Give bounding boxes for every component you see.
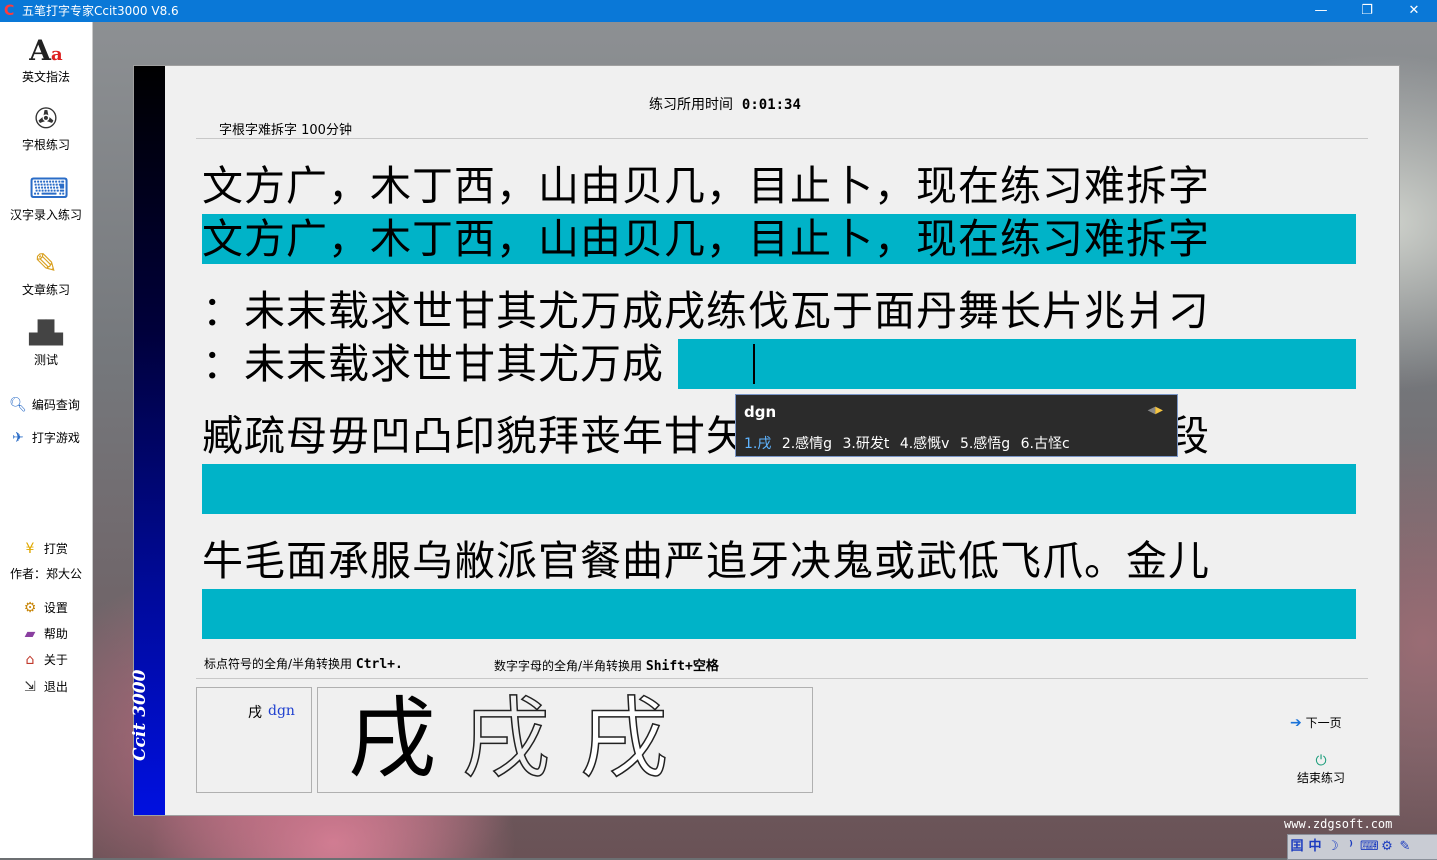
sidebar-item-about[interactable]: ⌂ 关于 <box>20 651 68 669</box>
keyboard-icon[interactable]: ⌨ <box>1360 837 1379 857</box>
elapsed-time: 练习所用时间 0:01:34 <box>649 94 801 114</box>
punctuation-hint-label: 标点符号的全角/半角转换用 <box>204 657 353 671</box>
film-reel-icon: ✇ <box>34 102 58 135</box>
magnifier-icon: 🔍︎ <box>9 397 27 413</box>
hint-character: 戌 <box>248 705 262 721</box>
alnum-hint-label: 数字字母的全角/半角转换用 <box>494 659 643 673</box>
pencils-icon: ✎ <box>34 247 58 280</box>
arrow-right-icon: ➔ <box>1290 715 1302 731</box>
author-label: 作者：郑大公 <box>10 567 83 581</box>
ime-page-arrows[interactable]: ◀▶ <box>1148 405 1163 416</box>
text-caret <box>753 344 755 384</box>
stop-icon: ⏻ <box>1315 753 1327 769</box>
ime-candidate[interactable]: 5.感悟g <box>960 436 1010 452</box>
punctuation-icon[interactable]: ⁾ <box>1342 837 1360 857</box>
game-icon: ✈ <box>12 430 24 446</box>
next-page-label: 下一页 <box>1305 716 1342 730</box>
website-watermark: www.zdgsoft.com <box>1284 817 1393 831</box>
typed-line-1: 文方广，木丁西，山由贝几，目止卜，现在练习难拆字 <box>202 215 1210 263</box>
typed-line-2: ：未末载求世甘其尤万成 <box>202 339 678 389</box>
typing-band-4[interactable] <box>202 589 1356 639</box>
ime-candidate-list: 1.戌 2.感情g 3.研发t 4.感慨v 5.感悟g 6.古怪c <box>744 433 1076 453</box>
sidebar-item-label: 帮助 <box>43 627 68 641</box>
sidebar-item-test[interactable]: ▟▙ 测试 <box>0 317 92 368</box>
letters-icon: Aa <box>29 34 63 67</box>
sidebar-link-typing-game[interactable]: ✈ 打字游戏 <box>8 429 80 447</box>
source-line-1: 文方广，木丁西，山由贝几，目止卜，现在练习难拆字 <box>202 162 1210 210</box>
sidebar-reward-button[interactable]: ¥ 打赏 <box>20 540 68 558</box>
alnum-width-hint: 数字字母的全角/半角转换用 Shift+空格 <box>494 655 719 674</box>
next-page-button[interactable]: ➔ 下一页 <box>1290 714 1342 731</box>
pen-icon[interactable]: ✎ <box>1396 837 1414 857</box>
divider <box>196 678 1368 679</box>
ime-status-bar: 囯中 ☽ ⁾ ⌨ ⚙ ✎ <box>1287 834 1437 860</box>
end-practice-button[interactable]: ⏻ 结束练习 <box>1296 753 1346 786</box>
gear-icon[interactable]: ⚙ <box>1378 837 1396 857</box>
sidebar-link-code-lookup[interactable]: 🔍︎ 编码查询 <box>8 396 80 414</box>
gear-icon: ⚙ <box>23 600 37 616</box>
divider <box>196 138 1368 139</box>
house-icon: ⌂ <box>25 652 35 668</box>
chevron-right-icon[interactable]: ▶ <box>1155 405 1163 416</box>
sidebar-item-label: 退出 <box>43 680 68 694</box>
stroke-order-box: 戌 戌 戌 <box>317 687 813 793</box>
ime-candidate[interactable]: 4.感慨v <box>900 436 950 452</box>
minimize-button[interactable]: — <box>1298 0 1344 22</box>
podium-icon: ▟▙ <box>29 321 63 346</box>
elapsed-time-value: 0:01:34 <box>741 97 801 113</box>
typing-figure-icon: ⌨ <box>29 172 70 205</box>
sidebar-item-label: 测试 <box>33 353 58 367</box>
sidebar-item-label: 汉字录入练习 <box>9 208 82 222</box>
brand-strip-text: Ccit 3000 <box>130 669 150 761</box>
sidebar-item-label: 关于 <box>43 653 68 667</box>
app-logo-icon: C <box>4 3 15 19</box>
sidebar-item-character-input[interactable]: ⌨ 汉字录入练习 <box>0 172 92 223</box>
maximize-button[interactable]: ❐ <box>1344 0 1390 22</box>
stroke-glyph-partial: 戌 <box>579 687 669 790</box>
punctuation-width-hint: 标点符号的全角/半角转换用 Ctrl+. <box>204 655 403 672</box>
stroke-glyph-outline: 戌 <box>461 687 551 790</box>
moon-icon[interactable]: ☽ <box>1324 837 1342 857</box>
ime-logo-icon[interactable]: 囯 <box>1288 837 1306 857</box>
elapsed-time-label: 练习所用时间 <box>649 97 733 113</box>
coin-icon: ¥ <box>25 541 35 557</box>
lesson-subtitle: 字根字难拆字 100分钟 <box>219 123 352 138</box>
sidebar-item-english-fingering[interactable]: Aa 英文指法 <box>0 34 92 85</box>
ime-candidate[interactable]: 6.古怪c <box>1021 436 1070 452</box>
code-hint-box: 戌 dgn <box>196 687 312 793</box>
sidebar: Aa 英文指法 ✇ 字根练习 ⌨ 汉字录入练习 ✎ 文章练习 ▟▙ 测试 🔍︎ … <box>0 22 93 858</box>
book-icon: ▰ <box>24 626 36 642</box>
title-bar: C 五笔打字专家Ccit3000 V8.6 — ❐ ✕ <box>0 0 1437 22</box>
sidebar-link-label: 编码查询 <box>31 398 80 412</box>
sidebar-item-label: 英文指法 <box>21 70 70 84</box>
alnum-hint-key: Shift+空格 <box>645 659 719 674</box>
stroke-glyph-solid: 戌 <box>348 687 437 790</box>
sidebar-item-label: 设置 <box>43 601 68 615</box>
typing-band-3[interactable] <box>202 464 1356 514</box>
ime-input-code: dgn <box>744 403 777 421</box>
window-title: 五笔打字专家Ccit3000 V8.6 <box>22 4 179 18</box>
sidebar-item-label: 字根练习 <box>21 138 70 152</box>
chinese-mode-icon[interactable]: 中 <box>1306 837 1324 857</box>
sidebar-item-settings[interactable]: ⚙ 设置 <box>20 599 68 617</box>
sidebar-item-article-practice[interactable]: ✎ 文章练习 <box>0 247 92 298</box>
sidebar-item-radical-practice[interactable]: ✇ 字根练习 <box>0 102 92 153</box>
ime-candidate[interactable]: 1.戌 <box>744 436 771 452</box>
close-button[interactable]: ✕ <box>1391 0 1437 22</box>
ime-candidate-window: dgn ◀▶ 1.戌 2.感情g 3.研发t 4.感慨v 5.感悟g 6.古怪c <box>735 394 1178 457</box>
source-line-4: 牛毛面承服乌敝派官餐曲严追牙决鬼或武低飞爪。金儿 <box>202 537 1210 585</box>
brand-strip: Ccit 3000 <box>130 66 165 815</box>
sidebar-item-exit[interactable]: ⇲ 退出 <box>20 678 68 696</box>
sidebar-item-label: 文章练习 <box>21 283 70 297</box>
reward-label: 打赏 <box>43 542 68 556</box>
ime-candidate[interactable]: 3.研发t <box>843 436 890 452</box>
ime-candidate[interactable]: 2.感情g <box>782 436 832 452</box>
sidebar-link-label: 打字游戏 <box>31 431 80 445</box>
punctuation-hint-key: Ctrl+. <box>355 657 403 672</box>
hint-code: dgn <box>268 703 295 719</box>
sidebar-item-help[interactable]: ▰ 帮助 <box>20 625 68 643</box>
exit-icon: ⇲ <box>24 679 36 695</box>
end-practice-label: 结束练习 <box>1296 771 1345 785</box>
source-line-2: ：未末载求世甘其尤万成戌练伐瓦于面丹舞长片兆爿刁 <box>202 287 1210 335</box>
